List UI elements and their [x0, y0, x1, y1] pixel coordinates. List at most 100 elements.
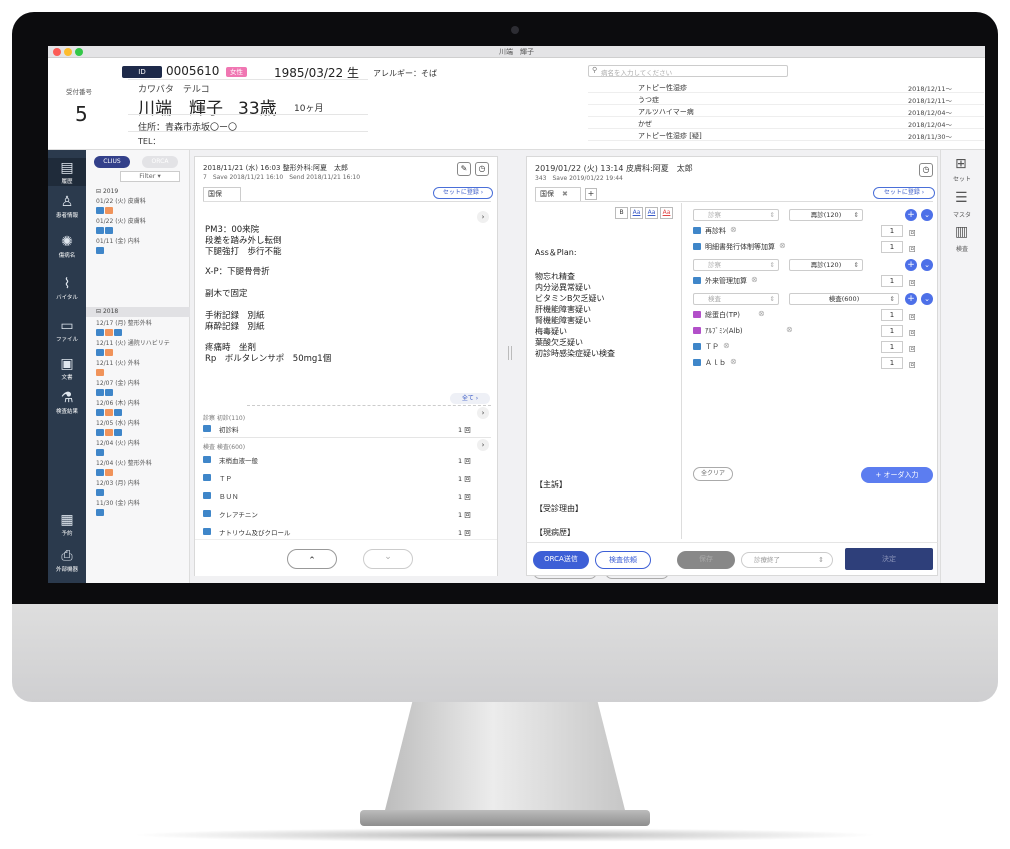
history-entry[interactable]: 12/17 (月) 整形外科 [96, 318, 152, 336]
order-group-select[interactable]: 診察 ⇕ [693, 259, 779, 271]
expand-order-icon[interactable]: ⌄ [921, 293, 933, 305]
highlight-button[interactable]: Aa [660, 207, 673, 219]
select-arrows-icon: ⇕ [853, 211, 859, 219]
sidebar-item-file[interactable]: ▭ ファイル [48, 318, 86, 343]
desktop-monitor: 川端 輝子 受付番号 5 ID 0005610 女性 1985/03/22 生 … [0, 0, 1010, 849]
sidebar-item-history[interactable]: ▤ 履歴 [48, 160, 86, 185]
disease-search-input[interactable]: ⚲ 病名を入力してください [588, 65, 788, 77]
order-type-select[interactable]: 再診(120) ⇕ [789, 259, 863, 271]
show-all-button[interactable]: 全て › [450, 393, 490, 404]
record-type-badge [96, 409, 104, 416]
disease-row[interactable]: アトピー性湿疹 [疑] 2018/11/30〜 [588, 129, 984, 141]
sidebar-item-external-device[interactable]: ⎙ 外部機器 [48, 548, 86, 573]
disease-row[interactable]: アルツハイマー病 2018/12/04〜 [588, 105, 984, 117]
history-entry[interactable]: 01/11 (金) 内科 [96, 236, 140, 254]
expand-order-icon[interactable]: ⌄ [921, 259, 933, 271]
history-entry-date: 01/22 (火) 皮膚科 [96, 198, 146, 205]
tab-clius[interactable]: CLIUS [94, 156, 130, 168]
add-order-icon[interactable]: + [905, 293, 917, 305]
disease-row[interactable]: かぜ 2018/12/04〜 [588, 117, 984, 129]
order-input-button[interactable]: + オーダ入力 [861, 467, 933, 483]
remove-item-icon[interactable]: ⊗ [779, 241, 786, 250]
edit-icon[interactable]: ✎ [457, 162, 471, 176]
add-order-icon[interactable]: + [905, 259, 917, 271]
filter-select[interactable]: Filter ▾ [120, 171, 180, 182]
expand-chevron-icon[interactable]: › [477, 407, 489, 419]
sidebar-item-patient-info[interactable]: ♙ 患者情報 [48, 194, 86, 219]
order-item-badge [693, 277, 701, 284]
sidebar-item-test-results[interactable]: ⚗ 検査結果 [48, 390, 86, 415]
set-register-button[interactable]: セットに登録 › [433, 187, 493, 199]
quantity-field[interactable]: 1 [881, 309, 903, 321]
order-type-select[interactable]: 検査(600) ⇕ [789, 293, 899, 305]
disease-row[interactable]: うつ症 2018/12/11〜 [588, 93, 984, 105]
tab-kokuho-current[interactable]: 国保 ✖ [535, 187, 581, 201]
quantity-field[interactable]: 1 [881, 341, 903, 353]
order-group-select[interactable]: 診察 ⇕ [693, 209, 779, 221]
set-register-button-current[interactable]: セットに登録 › [873, 187, 935, 199]
history-entry-badges [96, 509, 140, 516]
next-record-button[interactable]: ⌄ [363, 549, 413, 569]
disease-row[interactable]: アトピー性湿疹 2018/12/11〜 [588, 81, 984, 93]
order-group-select[interactable]: 検査 ⇕ [693, 293, 779, 305]
record-type-badge [96, 227, 104, 234]
tab-orca[interactable]: ORCA [142, 156, 178, 168]
splitter-handle[interactable] [508, 346, 512, 360]
history-entry[interactable]: 12/05 (水) 内科 [96, 418, 140, 436]
clear-all-button[interactable]: 全クリア [693, 467, 733, 481]
font-size-button[interactable]: Aa [630, 207, 643, 219]
set-icon[interactable]: ⊞ [955, 156, 967, 172]
history-entry[interactable]: 12/03 (月) 内科 [96, 478, 140, 496]
sidebar-item-disease[interactable]: ✺ 傷病名 [48, 234, 86, 259]
add-order-icon[interactable]: + [905, 209, 917, 221]
quantity-unit: 回 [909, 329, 916, 337]
order-type-select[interactable]: 再診(120) ⇕ [789, 209, 863, 221]
sidebar-item-vital[interactable]: ⌇ バイタル [48, 276, 86, 301]
history-entry[interactable]: 12/11 (火) 通院リハビリテ [96, 338, 170, 356]
orca-send-button[interactable]: ORCA送信 [533, 551, 589, 569]
nav-footer [195, 539, 497, 576]
history-clock-icon[interactable]: ◷ [919, 163, 933, 177]
prev-record-button[interactable]: ⌃ [287, 549, 337, 569]
history-entry[interactable]: 12/04 (火) 内科 [96, 438, 140, 456]
order-item-badge [693, 343, 701, 350]
history-entry[interactable]: 12/11 (火) 外科 [96, 358, 140, 376]
history-clock-icon[interactable]: ◷ [475, 162, 489, 176]
decide-button[interactable]: 決定 [845, 548, 933, 570]
remove-item-icon[interactable]: ⊗ [730, 357, 737, 366]
sidebar-item-document[interactable]: ▣ 文書 [48, 356, 86, 381]
remove-item-icon[interactable]: ⊗ [786, 325, 793, 334]
record-note-line: X-P：下腿骨骨折 [205, 267, 270, 277]
history-entry[interactable]: 01/22 (火) 皮膚科 [96, 196, 146, 214]
quantity-field[interactable]: 1 [881, 241, 903, 253]
lab-request-button[interactable]: 検査依頼 [595, 551, 651, 569]
end-treatment-select[interactable]: 診療終了 ⇕ [741, 552, 833, 568]
save-button[interactable]: 保存 [677, 551, 735, 569]
quantity-field[interactable]: 1 [881, 325, 903, 337]
quantity-field[interactable]: 1 [881, 225, 903, 237]
history-entry-date: 01/11 (金) 内科 [96, 238, 140, 245]
history-entry[interactable]: 12/04 (火) 整形外科 [96, 458, 152, 476]
bold-button[interactable]: B [615, 207, 628, 219]
remove-item-icon[interactable]: ⊗ [730, 225, 737, 234]
master-list-icon[interactable]: ☰ [955, 190, 968, 206]
expand-chevron-icon[interactable]: › [477, 439, 489, 451]
history-entry[interactable]: 12/07 (金) 内科 [96, 378, 140, 396]
remove-item-icon[interactable]: ⊗ [723, 341, 730, 350]
sidebar-item-reservation[interactable]: ▦ 予約 [48, 512, 86, 537]
close-tab-icon[interactable]: ✖ [562, 190, 568, 198]
quantity-field[interactable]: 1 [881, 275, 903, 287]
tab-kokuho[interactable]: 国保 [203, 187, 241, 201]
text-color-button[interactable]: Aa [645, 207, 658, 219]
history-entry[interactable]: 11/30 (金) 内科 [96, 498, 140, 516]
expand-chevron-icon[interactable]: › [477, 211, 489, 223]
history-entry[interactable]: 12/06 (木) 内科 [96, 398, 140, 416]
history-entry-date: 12/03 (月) 内科 [96, 480, 140, 487]
add-tab-button[interactable]: + [585, 188, 597, 200]
expand-order-icon[interactable]: ⌄ [921, 209, 933, 221]
search-document-icon[interactable]: ▥ [955, 224, 968, 240]
remove-item-icon[interactable]: ⊗ [758, 309, 765, 318]
history-entry[interactable]: 01/22 (火) 皮膚科 [96, 216, 146, 234]
quantity-field[interactable]: 1 [881, 357, 903, 369]
remove-item-icon[interactable]: ⊗ [751, 275, 758, 284]
